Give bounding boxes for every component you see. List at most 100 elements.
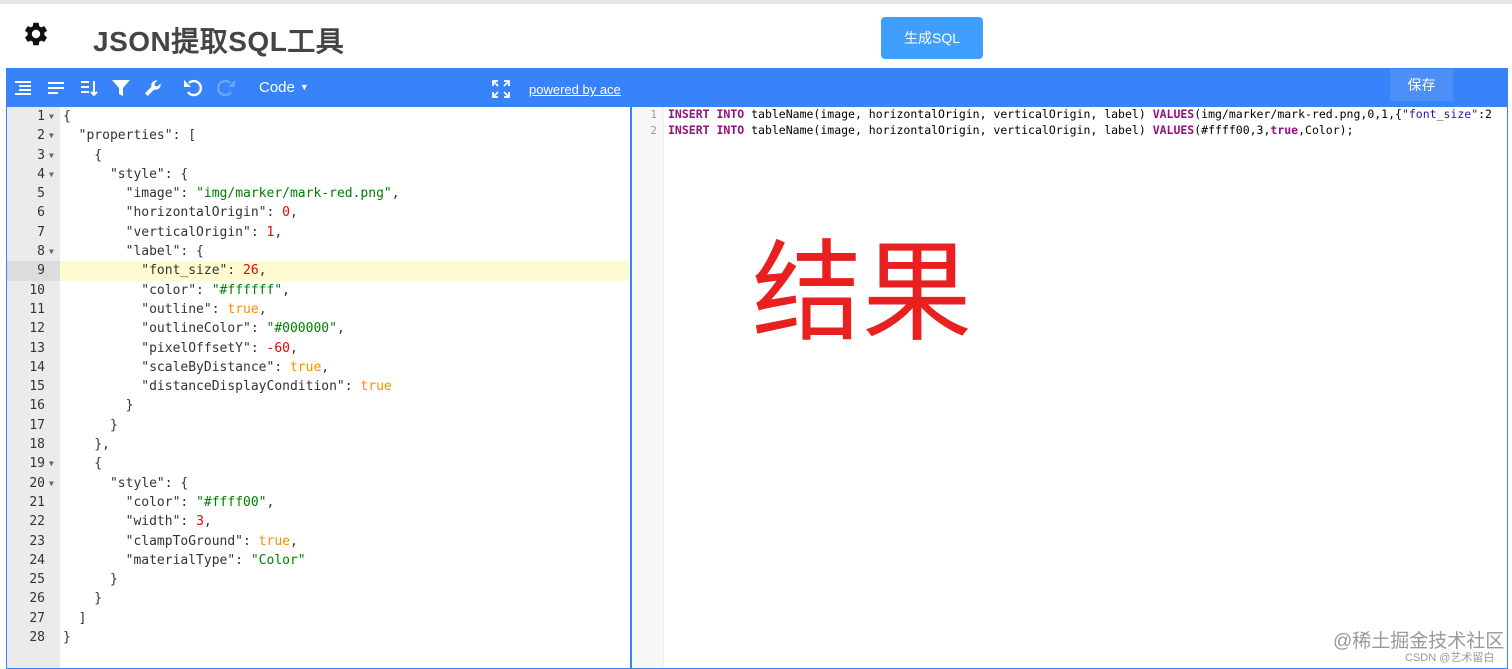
- code-token: }: [63, 417, 118, 433]
- code-text: "materialType": "Color": [63, 551, 306, 570]
- fold-toggle-icon[interactable]: ▼: [49, 107, 54, 126]
- line-number: 24: [29, 552, 45, 568]
- code-token: 3: [196, 514, 204, 530]
- code-token: "style": {: [63, 475, 189, 491]
- code-token: "color":: [63, 494, 197, 510]
- sql-code-area[interactable]: 1 INSERT INTO tableName(image, horizontal…: [632, 107, 1507, 668]
- format-icon[interactable]: [13, 78, 33, 98]
- code-token: "scaleByDistance":: [63, 359, 290, 375]
- json-code-area[interactable]: 1 ▼{2 ▼ "properties": [3 ▼ {4 ▼ "style": {5 …: [7, 107, 630, 668]
- code-token: true: [360, 379, 392, 395]
- code-text: }: [63, 570, 118, 589]
- code-text: "color": "#ffff00",: [63, 493, 275, 512]
- powered-by-link[interactable]: powered by ace: [529, 82, 621, 97]
- code-line: 10 "color": "#ffffff",: [7, 281, 630, 300]
- code-token: :2: [1478, 107, 1492, 121]
- json-editor-menubar: Code ▼ powered by ace: [7, 69, 630, 107]
- code-text: "distanceDisplayCondition": true: [63, 377, 392, 396]
- code-line: 3 ▼ {: [7, 146, 630, 165]
- code-line: 28}: [7, 628, 630, 647]
- save-button[interactable]: 保存: [1390, 69, 1453, 101]
- code-line: 4 ▼ "style": {: [7, 165, 630, 184]
- line-number: 23: [29, 533, 45, 549]
- code-line: 20 ▼ "style": {: [7, 474, 630, 493]
- code-token: tableName(image, horizontalOrigin, verti…: [744, 122, 1153, 137]
- code-token: }: [63, 630, 71, 646]
- code-token: "img/marker/mark-red.png": [196, 186, 392, 202]
- fold-toggle-icon[interactable]: ▼: [49, 454, 54, 473]
- gear-icon[interactable]: [22, 20, 50, 48]
- code-token: 26: [243, 263, 259, 279]
- code-text: "style": {: [63, 165, 188, 184]
- code-token: {: [63, 456, 103, 472]
- code-text: "outlineColor": "#000000",: [63, 319, 345, 338]
- filter-icon[interactable]: [111, 78, 131, 98]
- code-text: "properties": [: [63, 126, 196, 145]
- line-number: 18: [29, 437, 45, 453]
- page-title: JSON提取SQL工具: [93, 26, 345, 57]
- code-token: ,: [266, 494, 275, 510]
- line-number: 2: [650, 123, 657, 137]
- code-token: "verticalOrigin":: [63, 224, 267, 240]
- code-token: VALUES: [1152, 107, 1195, 121]
- code-token: "Color": [250, 552, 306, 568]
- code-token: "style": {: [63, 166, 189, 182]
- code-token: "clampToGround":: [63, 533, 259, 549]
- mode-dropdown[interactable]: Code ▼: [259, 79, 309, 96]
- code-line: 1 ▼{: [7, 107, 630, 126]
- code-token: ,: [336, 321, 345, 337]
- code-token: "font_size": [1401, 107, 1479, 121]
- code-text: "outline": true,: [63, 300, 266, 319]
- code-token: 0: [282, 205, 290, 221]
- fullscreen-icon[interactable]: [491, 79, 511, 99]
- line-number: 21: [29, 494, 45, 510]
- code-token: ,: [289, 533, 298, 549]
- sql-code-lines: 1 INSERT INTO tableName(image, horizontal…: [632, 107, 1507, 138]
- repair-icon[interactable]: [143, 78, 163, 98]
- fold-toggle-icon[interactable]: ▼: [49, 474, 54, 493]
- compact-icon[interactable]: [46, 78, 66, 98]
- code-text: "scaleByDistance": true,: [63, 358, 329, 377]
- code-token: }: [63, 398, 134, 414]
- json-editor: Code ▼ powered by ace 1 ▼{2 ▼ "properties":…: [6, 68, 631, 669]
- fold-toggle-icon[interactable]: ▼: [49, 126, 54, 145]
- fold-toggle-icon[interactable]: ▼: [49, 146, 54, 165]
- code-line: 21 "color": "#ffff00",: [7, 493, 630, 512]
- line-number: 27: [29, 610, 45, 626]
- line-gutter: [632, 107, 664, 668]
- code-token: "distanceDisplayCondition":: [63, 379, 361, 395]
- code-token: ,: [258, 263, 267, 279]
- code-line: 15 "distanceDisplayCondition": true: [7, 377, 630, 396]
- sql-editor: 保存 1 INSERT INTO tableName(image, horizon…: [631, 68, 1508, 669]
- undo-icon[interactable]: [183, 78, 203, 98]
- redo-icon[interactable]: [216, 78, 236, 98]
- code-line: 22 "width": 3,: [7, 512, 630, 531]
- sort-icon[interactable]: [79, 78, 99, 98]
- code-token: ,Color);: [1298, 122, 1354, 137]
- code-text: }: [63, 589, 102, 608]
- fold-toggle-icon[interactable]: ▼: [49, 242, 54, 261]
- generate-sql-button[interactable]: 生成SQL: [881, 17, 983, 59]
- code-line: 1 INSERT INTO tableName(image, horizontal…: [632, 107, 1507, 123]
- code-text: "color": "#ffffff",: [63, 281, 290, 300]
- code-token: "#000000": [266, 321, 337, 337]
- code-token: "label": {: [63, 244, 204, 260]
- watermark-sub: CSDN @艺术留白: [1405, 652, 1495, 664]
- code-token: {: [63, 147, 103, 163]
- line-number: 6: [37, 205, 45, 221]
- code-text: "style": {: [63, 474, 188, 493]
- fold-toggle-icon[interactable]: ▼: [49, 165, 54, 184]
- line-number: 10: [29, 282, 45, 298]
- line-number: 16: [29, 398, 45, 414]
- code-token: (#ffff00,3,: [1194, 122, 1271, 137]
- code-line: 8 ▼ "label": {: [7, 242, 630, 261]
- code-token: INSERT: [668, 122, 710, 137]
- code-token: ,: [289, 340, 298, 356]
- code-line: 18 },: [7, 435, 630, 454]
- line-number: 9: [7, 261, 60, 281]
- code-text: }: [63, 396, 134, 415]
- code-text: INSERT INTO tableName(image, horizontalO…: [668, 123, 1354, 139]
- sql-editor-menubar: 保存: [632, 69, 1507, 107]
- line-number: 5: [37, 186, 45, 202]
- code-text: ]: [63, 609, 87, 628]
